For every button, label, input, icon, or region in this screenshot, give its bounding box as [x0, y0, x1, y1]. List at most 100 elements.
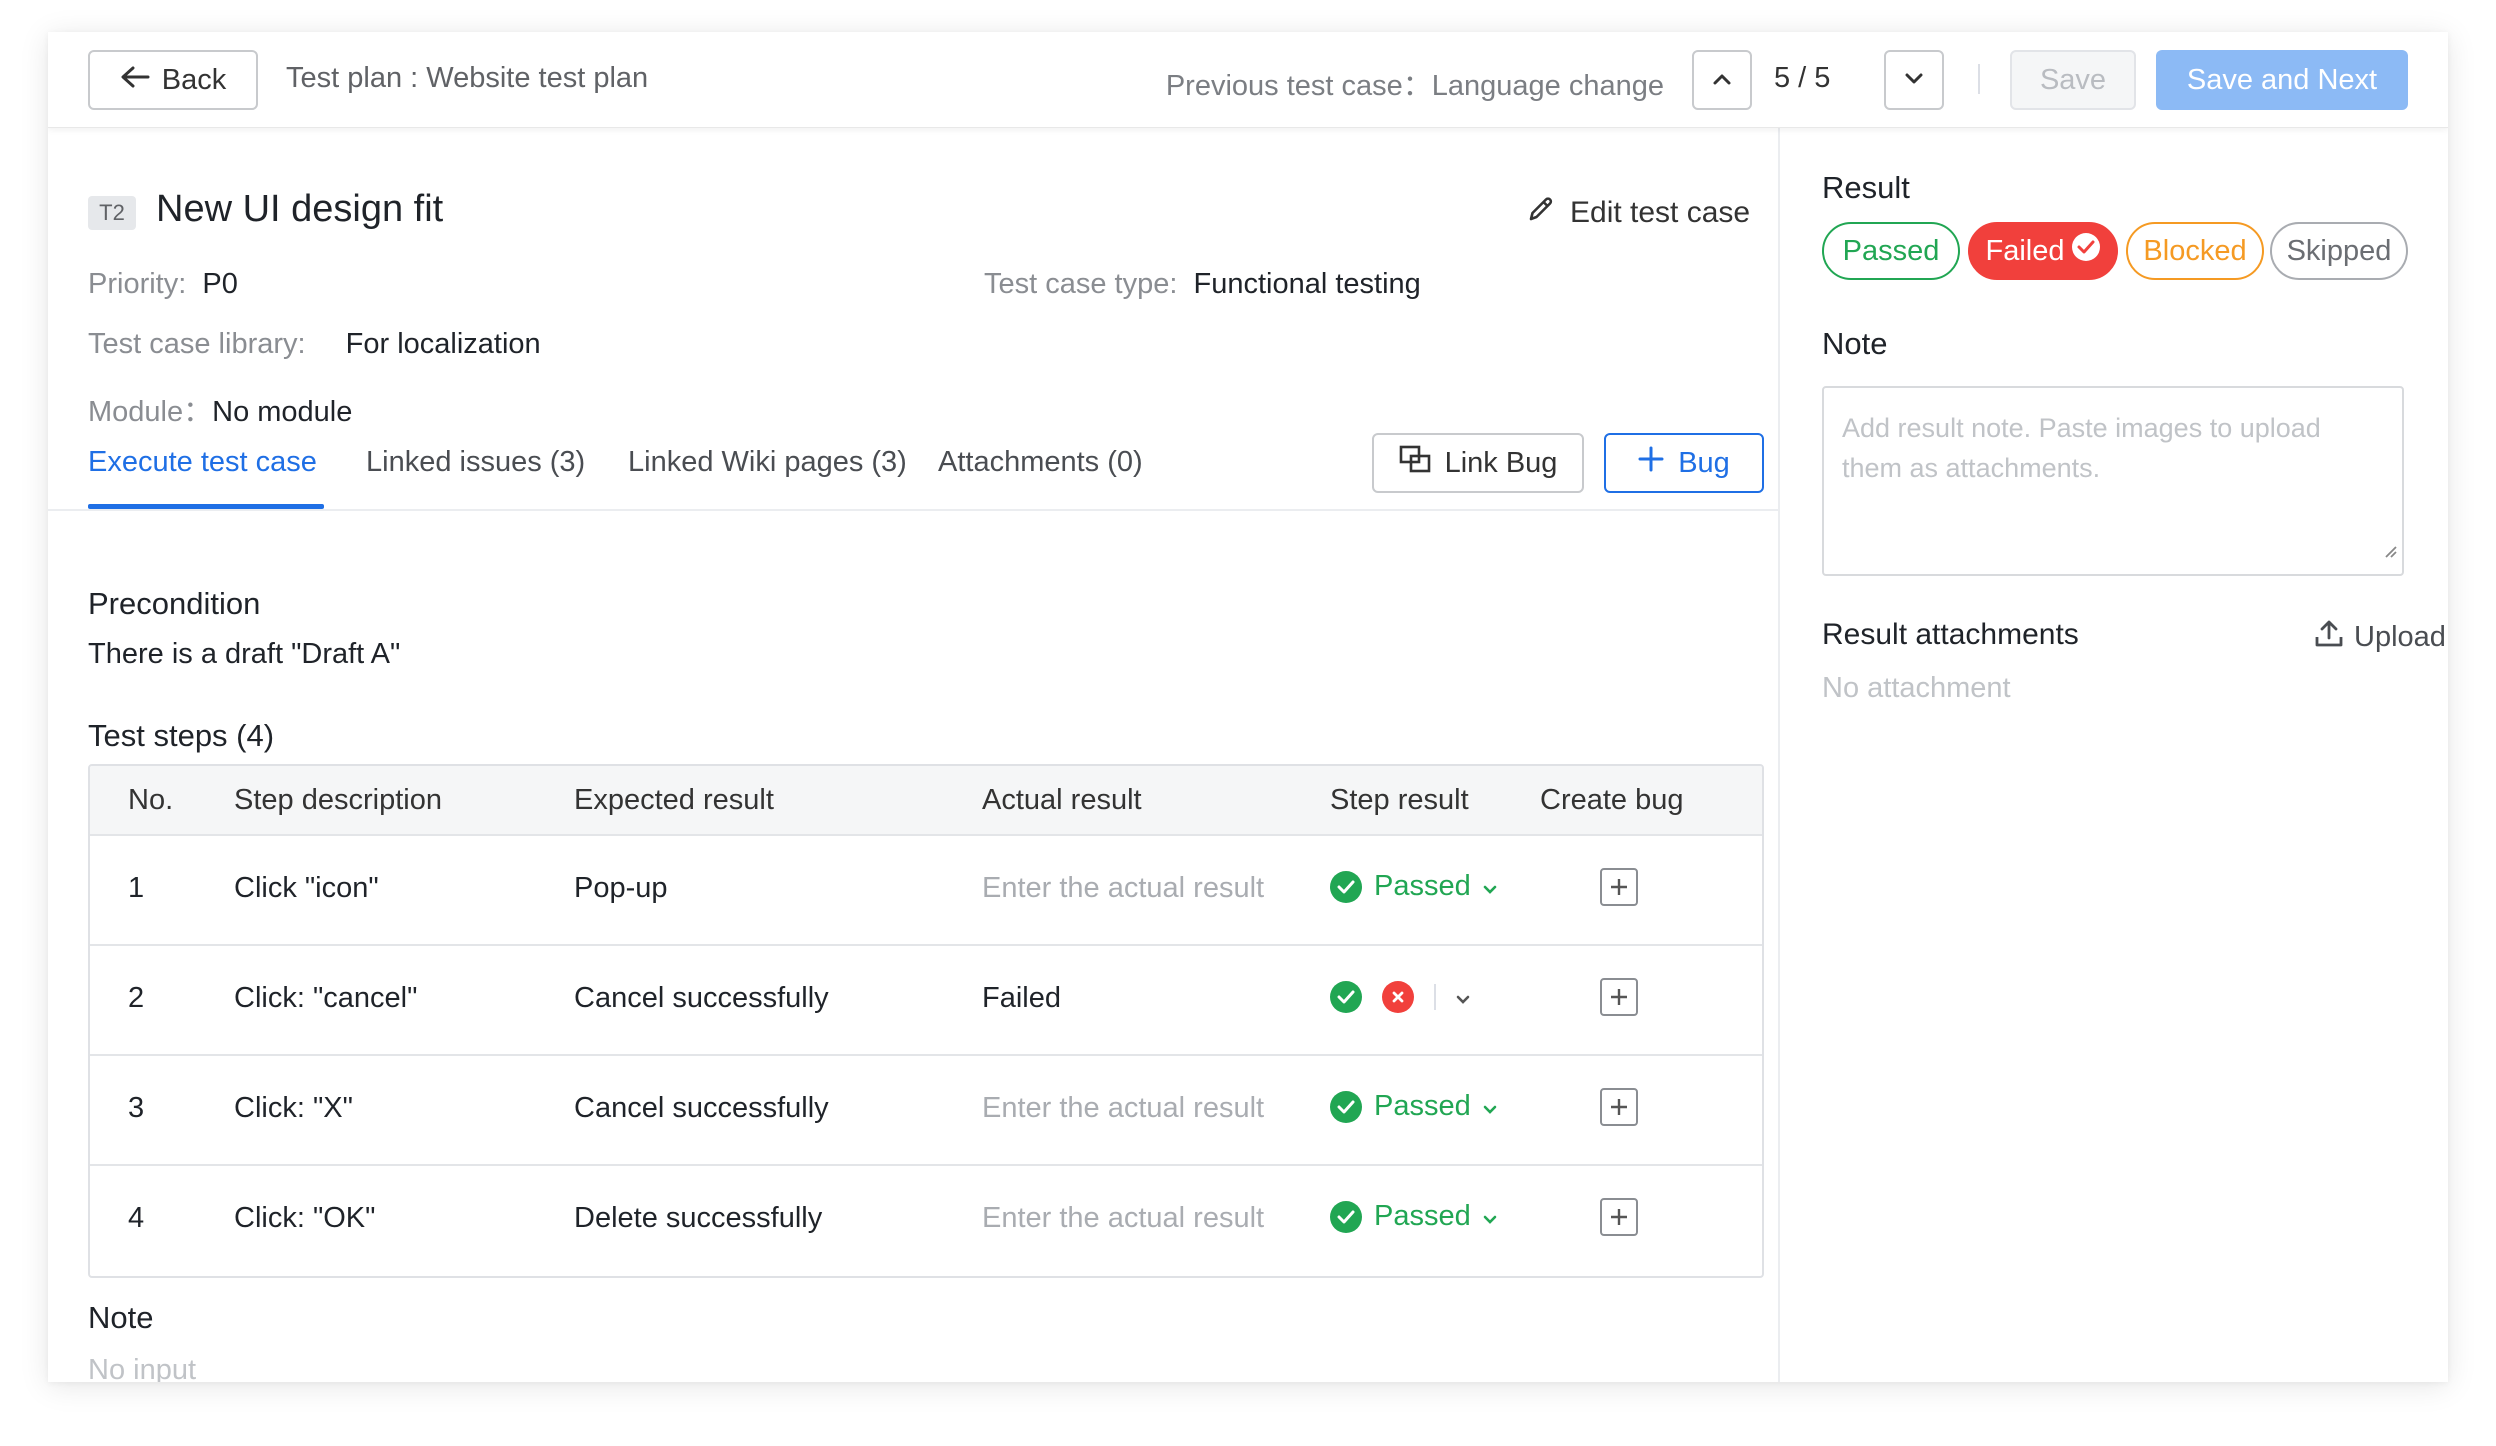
result-note-title: Note: [1822, 326, 1888, 361]
result-blocked-label: Blocked: [2143, 234, 2247, 267]
upload-label: Upload: [2354, 620, 2446, 653]
result-passed-option[interactable]: Passed: [1822, 222, 1960, 280]
check-circle-icon: [1330, 1200, 1362, 1233]
save-and-next-button[interactable]: Save and Next: [2156, 50, 2408, 110]
module-label: Module：: [88, 396, 213, 428]
header-divider: [1978, 64, 1980, 94]
case-type-value: Functional testing: [1193, 268, 1421, 300]
chevron-up-icon: [1712, 72, 1732, 89]
case-counter: 5 / 5: [1774, 62, 1831, 94]
tab-linked-wiki-pages[interactable]: Linked Wiki pages (3): [628, 446, 907, 479]
create-bug-plus-button[interactable]: [1600, 1088, 1638, 1126]
step-description: Click: "OK": [234, 1202, 376, 1234]
previous-case-button[interactable]: [1692, 50, 1752, 110]
step-actual-result-input[interactable]: Enter the actual result: [982, 1092, 1264, 1125]
create-bug-plus-button[interactable]: [1600, 868, 1638, 906]
step-result-label: Passed: [1374, 870, 1471, 902]
table-row: 4 Click: "OK" Delete successfully Enter …: [90, 1166, 1762, 1276]
column-header-actual-result: Actual result: [982, 784, 1142, 816]
previous-test-case-link[interactable]: Previous test case：Language change: [1166, 62, 1664, 104]
step-actual-result-input[interactable]: Enter the actual result: [982, 872, 1264, 905]
link-icon: [1399, 445, 1431, 481]
upload-button[interactable]: Upload: [2314, 618, 2446, 656]
step-expected-result: Delete successfully: [574, 1202, 823, 1234]
column-header-create-bug: Create bug: [1540, 784, 1684, 816]
result-skipped-option[interactable]: Skipped: [2270, 222, 2408, 280]
column-header-expected-result: Expected result: [574, 784, 774, 816]
step-result-label: Passed: [1374, 1200, 1471, 1232]
case-library-label: Test case library:: [88, 328, 306, 360]
chevron-down-icon: [1483, 1200, 1497, 1233]
back-label: Back: [161, 63, 227, 96]
case-library-value: For localization: [345, 328, 541, 360]
priority-field: Priority: P0: [88, 268, 238, 301]
result-title: Result: [1822, 170, 1910, 205]
case-type-label: Test case type:: [984, 268, 1178, 300]
no-attachment-text: No attachment: [1822, 672, 2011, 704]
step-result-dropdown[interactable]: Passed: [1330, 1090, 1497, 1123]
test-steps-title: Test steps (4): [88, 718, 275, 753]
step-expected-result: Cancel successfully: [574, 1092, 829, 1124]
step-expected-result: Pop-up: [574, 872, 668, 904]
step-description: Click "icon": [234, 872, 379, 904]
result-attachments-title: Result attachments: [1822, 618, 2079, 651]
create-bug-plus-button[interactable]: [1600, 1198, 1638, 1236]
link-bug-label: Link Bug: [1444, 446, 1558, 479]
case-library-field: Test case library: For localization: [88, 328, 541, 361]
check-circle-icon: [1330, 1090, 1362, 1123]
tab-linked-issues[interactable]: Linked issues (3): [366, 446, 585, 479]
save-button[interactable]: Save: [2010, 50, 2136, 110]
step-number: 2: [128, 982, 145, 1014]
resize-handle-icon[interactable]: [2382, 530, 2398, 570]
table-row: 1 Click "icon" Pop-up Enter the actual r…: [90, 836, 1762, 946]
tab-attachments[interactable]: Attachments (0): [938, 446, 1143, 479]
precondition-text: There is a draft "Draft A": [88, 638, 401, 670]
priority-label: Priority:: [88, 268, 187, 300]
result-passed-label: Passed: [1842, 234, 1940, 267]
bug-label: Bug: [1678, 446, 1730, 479]
step-number: 1: [128, 872, 145, 904]
case-title: New UI design fit: [156, 188, 444, 230]
test-plan-title: Test plan : Website test plan: [286, 62, 649, 94]
step-result-chooser: [1330, 980, 1470, 1013]
priority-value: P0: [202, 268, 238, 300]
pass-step-button[interactable]: [1330, 980, 1362, 1013]
create-bug-plus-button[interactable]: [1600, 978, 1638, 1016]
result-failed-option[interactable]: Failed: [1968, 222, 2118, 280]
upload-icon: [2314, 618, 2344, 656]
check-circle-icon: [2071, 232, 2101, 270]
tab-execute-test-case[interactable]: Execute test case: [88, 446, 317, 479]
step-actual-result-input[interactable]: Enter the actual result: [982, 1202, 1264, 1235]
case-id-badge: T2: [88, 196, 136, 230]
result-note-textarea[interactable]: Add result note. Paste images to upload …: [1822, 386, 2404, 576]
result-divider: [1434, 983, 1436, 1010]
step-actual-result-input[interactable]: Failed: [982, 982, 1061, 1015]
step-expected-result: Cancel successfully: [574, 982, 829, 1014]
chevron-down-icon[interactable]: [1456, 980, 1470, 1013]
step-result-dropdown[interactable]: Passed: [1330, 870, 1497, 903]
next-case-button[interactable]: [1884, 50, 1944, 110]
table-row: 2 Click: "cancel" Cancel successfully Fa…: [90, 946, 1762, 1056]
link-bug-button[interactable]: Link Bug: [1372, 433, 1584, 493]
result-failed-label: Failed: [1985, 234, 2065, 267]
step-result-dropdown[interactable]: Passed: [1330, 1200, 1497, 1233]
chevron-down-icon: [1483, 870, 1497, 903]
top-bar: Back Test plan : Website test plan Previ…: [48, 32, 2448, 128]
step-number: 4: [128, 1202, 145, 1234]
result-blocked-option[interactable]: Blocked: [2126, 222, 2264, 280]
table-row: 3 Click: "X" Cancel successfully Enter t…: [90, 1056, 1762, 1166]
step-number: 3: [128, 1092, 145, 1124]
chevron-down-icon: [1904, 72, 1924, 89]
note-title: Note: [88, 1300, 154, 1335]
fail-step-button[interactable]: [1382, 980, 1414, 1013]
column-header-step-result: Step result: [1330, 784, 1469, 816]
plus-icon: [1638, 446, 1664, 480]
create-bug-button[interactable]: Bug: [1604, 433, 1764, 493]
note-value: No input: [88, 1354, 197, 1382]
edit-test-case-link[interactable]: Edit test case: [1526, 194, 1750, 232]
back-button[interactable]: Back: [88, 50, 258, 110]
tabs-divider: [48, 509, 1780, 511]
column-header-step-description: Step description: [234, 784, 442, 816]
column-header-no: No.: [128, 784, 174, 816]
edit-test-case-label: Edit test case: [1570, 196, 1751, 229]
